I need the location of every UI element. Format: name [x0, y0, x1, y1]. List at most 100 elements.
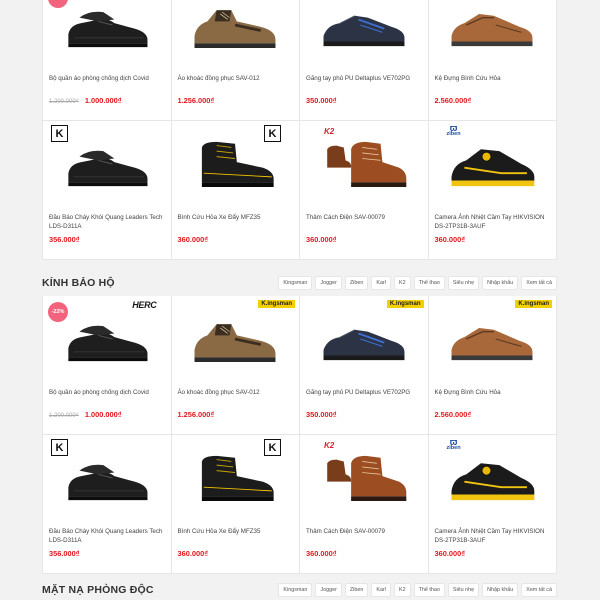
product-card[interactable]: K.ingsman Kệ Đựng Bình Cứu Hỏa 2.560.000… — [428, 296, 557, 435]
product-name[interactable]: Thảm Cách Điện SAV-00079 — [306, 527, 422, 536]
product-image[interactable] — [439, 0, 547, 64]
price-row: 356.000₫ — [49, 235, 80, 244]
brand-filter-tab[interactable]: K2 — [393, 276, 411, 290]
product-name[interactable]: Đầu Báo Cháy Khói Quang Leaders Tech LDS… — [49, 527, 165, 545]
price-row: 1.256.000₫ — [178, 410, 215, 419]
price-row: 2.560.000₫ — [435, 96, 472, 105]
product-image[interactable] — [310, 300, 418, 378]
section-header-mat-na-phong-doc: MẶT NẠ PHÒNG ĐỘC Kingsman Jogger Ziben Karl… — [42, 580, 557, 600]
price-row: 360.000₫ — [306, 235, 337, 244]
old-price: 1.200.000₫ — [49, 413, 79, 419]
view-all-tab[interactable]: Xem tất cả — [521, 276, 557, 290]
product-name[interactable]: Camera Ảnh Nhiệt Cầm Tay HIKVISION DS-2T… — [435, 213, 551, 231]
price-row: 2.560.000₫ — [435, 410, 472, 419]
product-name[interactable]: Đầu Báo Cháy Khói Quang Leaders Tech LDS… — [49, 213, 165, 231]
brand-filter-tab[interactable]: Ziben — [344, 583, 369, 597]
price-row: 350.000₫ — [306, 96, 337, 105]
product-price: 360.000₫ — [306, 235, 337, 244]
product-image[interactable] — [53, 0, 161, 64]
product-image[interactable] — [310, 125, 418, 203]
product-image[interactable] — [439, 125, 547, 203]
product-grid-top: -22% HERC Bộ quần áo phòng chống dịch Co… — [42, 0, 557, 260]
product-card[interactable]: K.ingsman Găng tay phủ PU Deltaplus VE70… — [300, 296, 429, 435]
brand-filter-tab[interactable]: Siêu nhẹ — [447, 276, 480, 290]
product-price: 2.560.000₫ — [434, 410, 472, 419]
brand-filter-tab[interactable]: Kingsman — [278, 583, 313, 597]
brand-filter-tab[interactable]: Jogger — [315, 276, 342, 290]
product-price: 360.000₫ — [434, 235, 466, 244]
product-card[interactable]: K2 Thảm Cách Điện SAV-00079 360.000₫ — [300, 435, 429, 574]
product-name[interactable]: Găng tay phủ PU Deltaplus VE702PG — [306, 388, 422, 397]
product-name[interactable]: Găng tay phủ PU Deltaplus VE702PG — [306, 74, 422, 83]
brand-filter-tab[interactable]: K2 — [393, 583, 411, 597]
brand-filter-tab[interactable]: Thể thao — [413, 276, 445, 290]
product-card[interactable]: K Bình Cứu Hỏa Xe Đẩy MFZ35 360.000₫ — [171, 435, 300, 574]
product-card[interactable]: -22% HERC Bộ quần áo phòng chống dịch Co… — [43, 296, 172, 435]
product-name[interactable]: Bình Cứu Hỏa Xe Đẩy MFZ35 — [178, 527, 294, 536]
product-card[interactable]: ϖ ziben Camera Ảnh Nhiệt Cầm Tay HIKVISIO… — [428, 435, 557, 574]
brand-filter-tabs: Kingsman Jogger Ziben Karl K2 Thể thao Siêu nh… — [278, 276, 557, 290]
brand-filter-tab[interactable]: Nhập khẩu — [482, 583, 519, 597]
price-row: 356.000₫ — [49, 549, 80, 558]
price-row: 1.200.000₫ 1.000.000₫ — [49, 410, 122, 419]
product-name[interactable]: Kệ Đựng Bình Cứu Hỏa — [435, 74, 551, 83]
product-image[interactable] — [310, 0, 418, 64]
product-card[interactable]: K Đầu Báo Cháy Khói Quang Leaders Tech L… — [43, 121, 172, 260]
product-image[interactable] — [182, 0, 290, 64]
brand-filter-tab[interactable]: Karl — [371, 583, 391, 597]
product-card[interactable]: K.ingsman Găng tay phủ PU Deltaplus VE70… — [300, 0, 429, 121]
product-price: 360.000₫ — [177, 549, 209, 558]
brand-filter-tab[interactable]: Thể thao — [413, 583, 445, 597]
product-name[interactable]: Bộ quần áo phòng chống dịch Covid — [49, 74, 165, 83]
product-card[interactable]: K.ingsman Áo khoác đồng phục SAV-012 1.2… — [171, 296, 300, 435]
price-row: 360.000₫ — [435, 235, 466, 244]
product-price: 356.000₫ — [49, 549, 80, 558]
product-name[interactable]: Kệ Đựng Bình Cứu Hỏa — [435, 388, 551, 397]
product-name[interactable]: Áo khoác đồng phục SAV-012 — [178, 388, 294, 397]
product-image[interactable] — [439, 300, 547, 378]
product-card[interactable]: ϖ ziben Camera Ảnh Nhiệt Cầm Tay HIKVISIO… — [428, 121, 557, 260]
price-row: 360.000₫ — [178, 235, 209, 244]
product-card[interactable]: -22% HERC Bộ quần áo phòng chống dịch Co… — [43, 0, 172, 121]
product-card[interactable]: K2 Thảm Cách Điện SAV-00079 360.000₫ — [300, 121, 429, 260]
product-image[interactable] — [310, 439, 418, 517]
product-image[interactable] — [53, 300, 161, 378]
product-name[interactable]: Bộ quần áo phòng chống dịch Covid — [49, 388, 165, 397]
product-image[interactable] — [182, 300, 290, 378]
brand-filter-tab[interactable]: Jogger — [315, 583, 342, 597]
product-image[interactable] — [53, 439, 161, 517]
product-price: 1.000.000₫ — [84, 410, 122, 419]
product-card[interactable]: K.ingsman Áo khoác đồng phục SAV-012 1.2… — [171, 0, 300, 121]
product-card[interactable]: K.ingsman Kệ Đựng Bình Cứu Hỏa 2.560.000… — [428, 0, 557, 121]
price-row: 360.000₫ — [306, 549, 337, 558]
product-price: 1.000.000₫ — [84, 96, 122, 105]
brand-filter-tab[interactable]: Siêu nhẹ — [447, 583, 480, 597]
product-image[interactable] — [53, 125, 161, 203]
view-all-tab[interactable]: Xem tất cả — [521, 583, 557, 597]
brand-filter-tab[interactable]: Karl — [371, 276, 391, 290]
product-price: 1.256.000₫ — [177, 96, 215, 105]
product-card[interactable]: K Đầu Báo Cháy Khói Quang Leaders Tech L… — [43, 435, 172, 574]
brand-filter-tab[interactable]: Nhập khẩu — [482, 276, 519, 290]
brand-filter-tab[interactable]: Ziben — [344, 276, 369, 290]
brand-filter-tabs: Kingsman Jogger Ziben Karl K2 Thể thao Siêu nh… — [278, 583, 557, 597]
brand-filter-tab[interactable]: Kingsman — [278, 276, 313, 290]
price-row: 1.256.000₫ — [178, 96, 215, 105]
product-name[interactable]: Áo khoác đồng phục SAV-012 — [178, 74, 294, 83]
product-price: 350.000₫ — [306, 96, 337, 105]
product-price: 350.000₫ — [306, 410, 337, 419]
product-grid-kinh-bao-ho: -22% HERC Bộ quần áo phòng chống dịch Co… — [42, 296, 557, 574]
section-title[interactable]: MẶT NẠ PHÒNG ĐỘC — [42, 584, 154, 596]
product-card[interactable]: K Bình Cứu Hỏa Xe Đẩy MFZ35 360.000₫ — [171, 121, 300, 260]
product-price: 360.000₫ — [434, 549, 466, 558]
product-name[interactable]: Thảm Cách Điện SAV-00079 — [306, 213, 422, 222]
product-price: 1.256.000₫ — [177, 410, 215, 419]
product-image[interactable] — [182, 439, 290, 517]
product-name[interactable]: Bình Cứu Hỏa Xe Đẩy MFZ35 — [178, 213, 294, 222]
product-image[interactable] — [439, 439, 547, 517]
product-name[interactable]: Camera Ảnh Nhiệt Cầm Tay HIKVISION DS-2T… — [435, 527, 551, 545]
product-image[interactable] — [182, 125, 290, 203]
price-row: 1.200.000₫ 1.000.000₫ — [49, 96, 122, 105]
section-title[interactable]: KÍNH BẢO HỘ — [42, 277, 115, 289]
product-price: 360.000₫ — [306, 549, 337, 558]
